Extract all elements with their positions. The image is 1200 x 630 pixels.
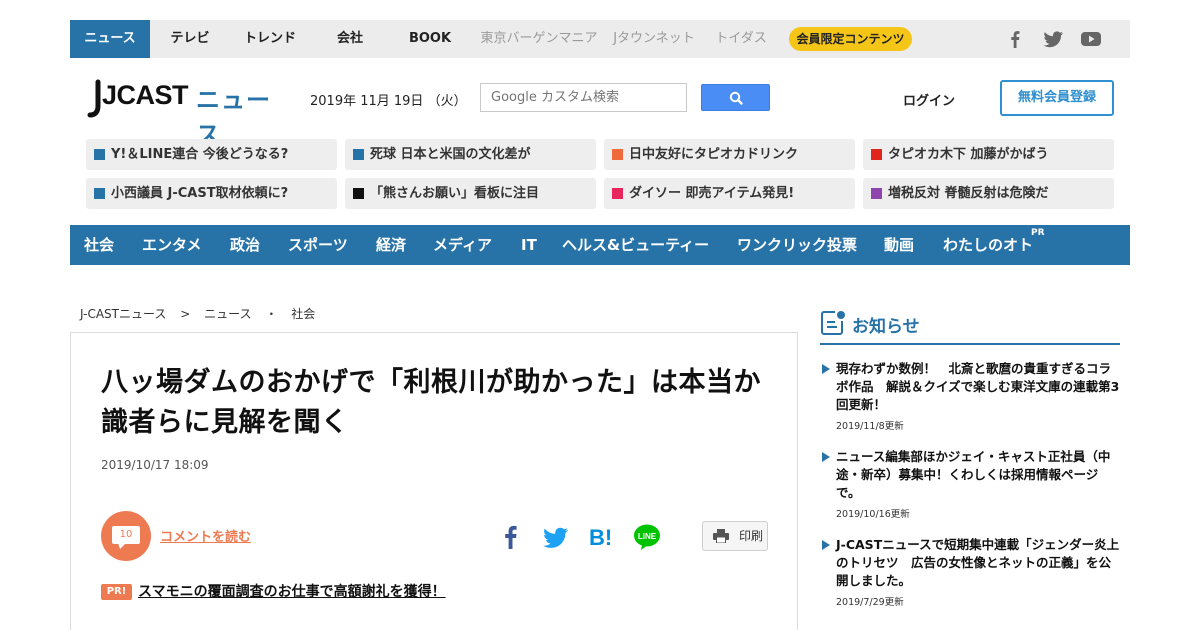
notice-title: お知らせ [852,317,920,337]
print-button[interactable]: 印刷 [702,521,768,551]
top-nav-item-book[interactable]: BOOK [390,20,470,58]
triangle-bullet-icon [822,364,830,374]
category-it[interactable]: IT [521,225,537,265]
svg-text:LINE: LINE [638,532,657,541]
trending-topic-label: 「熊さんお願い」看板に注目 [370,186,540,201]
signup-button[interactable]: 無料会員登録 [1000,80,1114,116]
trending-topic[interactable]: ダイソー 即売アイテム発見! [604,178,855,209]
category-society[interactable]: 社会 [84,225,114,265]
category-nav: 社会 エンタメ 政治 スポーツ 経済 メディア IT ヘルス&ビューティー ワン… [70,225,1130,265]
trending-topic[interactable]: 「熊さんお願い」看板に注目 [345,178,596,209]
notice-item-text[interactable]: J-CASTニュースで短期集中連載「ジェンダー炎上のトリセツ 広告の女性像とネッ… [836,536,1120,590]
trending-topic[interactable]: タピオカ木下 加藤がかばう [863,139,1114,170]
notice-item-text[interactable]: 現存わずか数例！ 北斎と歌麿の貴重すぎるコラボ作品 解説＆クイズで楽しむ東洋文庫… [836,360,1120,414]
twitter-icon[interactable] [542,523,570,551]
notice-item-date: 2019/11/8更新 [836,421,904,432]
article-title: 八ッ場ダムのおかげで「利根川が助かった」は本当か 識者らに見解を聞く [101,367,789,438]
hatena-bookmark-icon[interactable]: B! [588,523,616,551]
category-one-click-vote[interactable]: ワンクリック投票 [737,225,857,265]
topic-marker [353,188,364,199]
notice-header: お知らせ [820,310,1120,345]
top-nav-item-company[interactable]: 会社 [312,20,388,58]
printer-icon [713,529,729,543]
site-logo[interactable]: JCAST ニュース [86,78,286,149]
notice-item[interactable]: ニュース編集部ほかジェイ・キャスト正社員（中途・新卒）募集中！くわしくは採用情報… [820,448,1120,520]
category-entertainment[interactable]: エンタメ [142,225,202,265]
topic-marker [94,188,105,199]
print-label: 印刷 [739,529,764,543]
facebook-icon[interactable] [1004,29,1026,49]
pr-badge: PR! [101,584,132,600]
notice-item-text[interactable]: ニュース編集部ほかジェイ・キャスト正社員（中途・新卒）募集中！くわしくは採用情報… [836,448,1120,502]
trending-topic-label: ダイソー 即売アイテム発見! [629,186,795,201]
notice-item-date: 2019/10/16更新 [836,509,910,520]
triangle-bullet-icon [822,540,830,550]
topic-marker [94,149,105,160]
topic-marker [612,188,623,199]
category-politics[interactable]: 政治 [230,225,260,265]
category-video[interactable]: 動画 [884,225,914,265]
trending-topic[interactable]: 増税反対 脊髄反射は危険だ [863,178,1114,209]
line-icon[interactable]: LINE [633,523,661,551]
trending-topic[interactable]: 小西議員 J-CAST取材依頼に? [86,178,337,209]
notice-item-date: 2019/7/29更新 [836,597,904,608]
breadcrumb: J-CASTニュース > ニュース ・ 社会 [80,305,325,322]
header-date: 2019年 11月 19日 （火） [310,94,467,109]
breadcrumb-news[interactable]: ニュース [204,307,251,321]
top-nav-item-bargain-mania[interactable]: 東京バーゲンマニア [474,20,604,58]
logo-jcast-text: JCAST [102,80,189,110]
trending-topic-label: 増税反対 脊髄反射は危険だ [888,186,1049,201]
top-nav: ニュース テレビ トレンド 会社 BOOK 東京バーゲンマニア Jタウンネット … [70,20,1130,58]
trending-topic[interactable]: Y!＆LINE連合 今後どうなる? [86,139,337,170]
pr-ad-link[interactable]: スマモニの覆面調査のお仕事で高額謝礼を獲得！ [138,581,446,601]
comment-count: 10 [112,526,140,544]
speech-tail-icon [118,543,126,549]
category-economy[interactable]: 経済 [376,225,406,265]
article-card: 八ッ場ダムのおかげで「利根川が助かった」は本当か 識者らに見解を聞く 2019/… [70,332,798,630]
breadcrumb-society[interactable]: 社会 [291,307,315,321]
category-pr-mark: PR [1031,228,1045,238]
youtube-icon[interactable] [1080,29,1102,49]
trending-topic-label: 日中友好にタピオカドリンク [629,147,799,162]
top-nav-item-jtown[interactable]: Jタウンネット [606,20,702,58]
search-icon [729,91,743,105]
notice-item[interactable]: 現存わずか数例！ 北斎と歌麿の貴重すぎるコラボ作品 解説＆クイズで楽しむ東洋文庫… [820,360,1120,432]
search-button[interactable] [701,84,770,111]
twitter-icon[interactable] [1042,29,1064,49]
top-nav-item-toidasu[interactable]: トイダス [706,20,776,58]
trending-topic-label: 死球 日本と米国の文化差が [370,147,531,162]
notice-icon [821,311,845,335]
category-sports[interactable]: スポーツ [288,225,348,265]
trending-topic[interactable]: 日中友好にタピオカドリンク [604,139,855,170]
trending-topic[interactable]: 死球 日本と米国の文化差が [345,139,596,170]
breadcrumb-separator: > [180,307,191,321]
member-content-pill[interactable]: 会員限定コンテンツ [789,27,912,51]
top-nav-item-tv[interactable]: テレビ [152,20,228,58]
topic-marker [353,149,364,160]
article-date: 2019/10/17 18:09 [101,458,209,472]
svg-text:B!: B! [589,525,612,550]
category-watashi-label: わたしのオト [943,236,1034,254]
topic-marker [871,149,882,160]
facebook-icon[interactable] [497,523,525,551]
search-input[interactable] [480,83,687,112]
trending-topic-label: 小西議員 J-CAST取材依頼に? [111,186,289,201]
top-nav-item-news[interactable]: ニュース [70,20,150,58]
breadcrumb-separator: ・ [265,307,278,321]
trending-topic-label: Y!＆LINE連合 今後どうなる? [111,147,289,162]
category-watashi-no-oto[interactable]: わたしのオト [943,225,1033,265]
comment-bubble-button[interactable]: 10 [101,511,151,561]
category-media[interactable]: メディア [433,225,492,265]
trending-topic-label: タピオカ木下 加藤がかばう [888,147,1049,162]
topic-marker [871,188,882,199]
top-nav-item-trend[interactable]: トレンド [230,20,310,58]
breadcrumb-home[interactable]: J-CASTニュース [80,307,166,321]
read-comments-link[interactable]: コメントを読む [160,526,251,545]
notice-item[interactable]: J-CASTニュースで短期集中連載「ジェンダー炎上のトリセツ 広告の女性像とネッ… [820,536,1120,608]
topic-marker [612,149,623,160]
category-health-beauty[interactable]: ヘルス&ビューティー [562,225,709,265]
login-link[interactable]: ログイン [903,90,955,109]
triangle-bullet-icon [822,452,830,462]
